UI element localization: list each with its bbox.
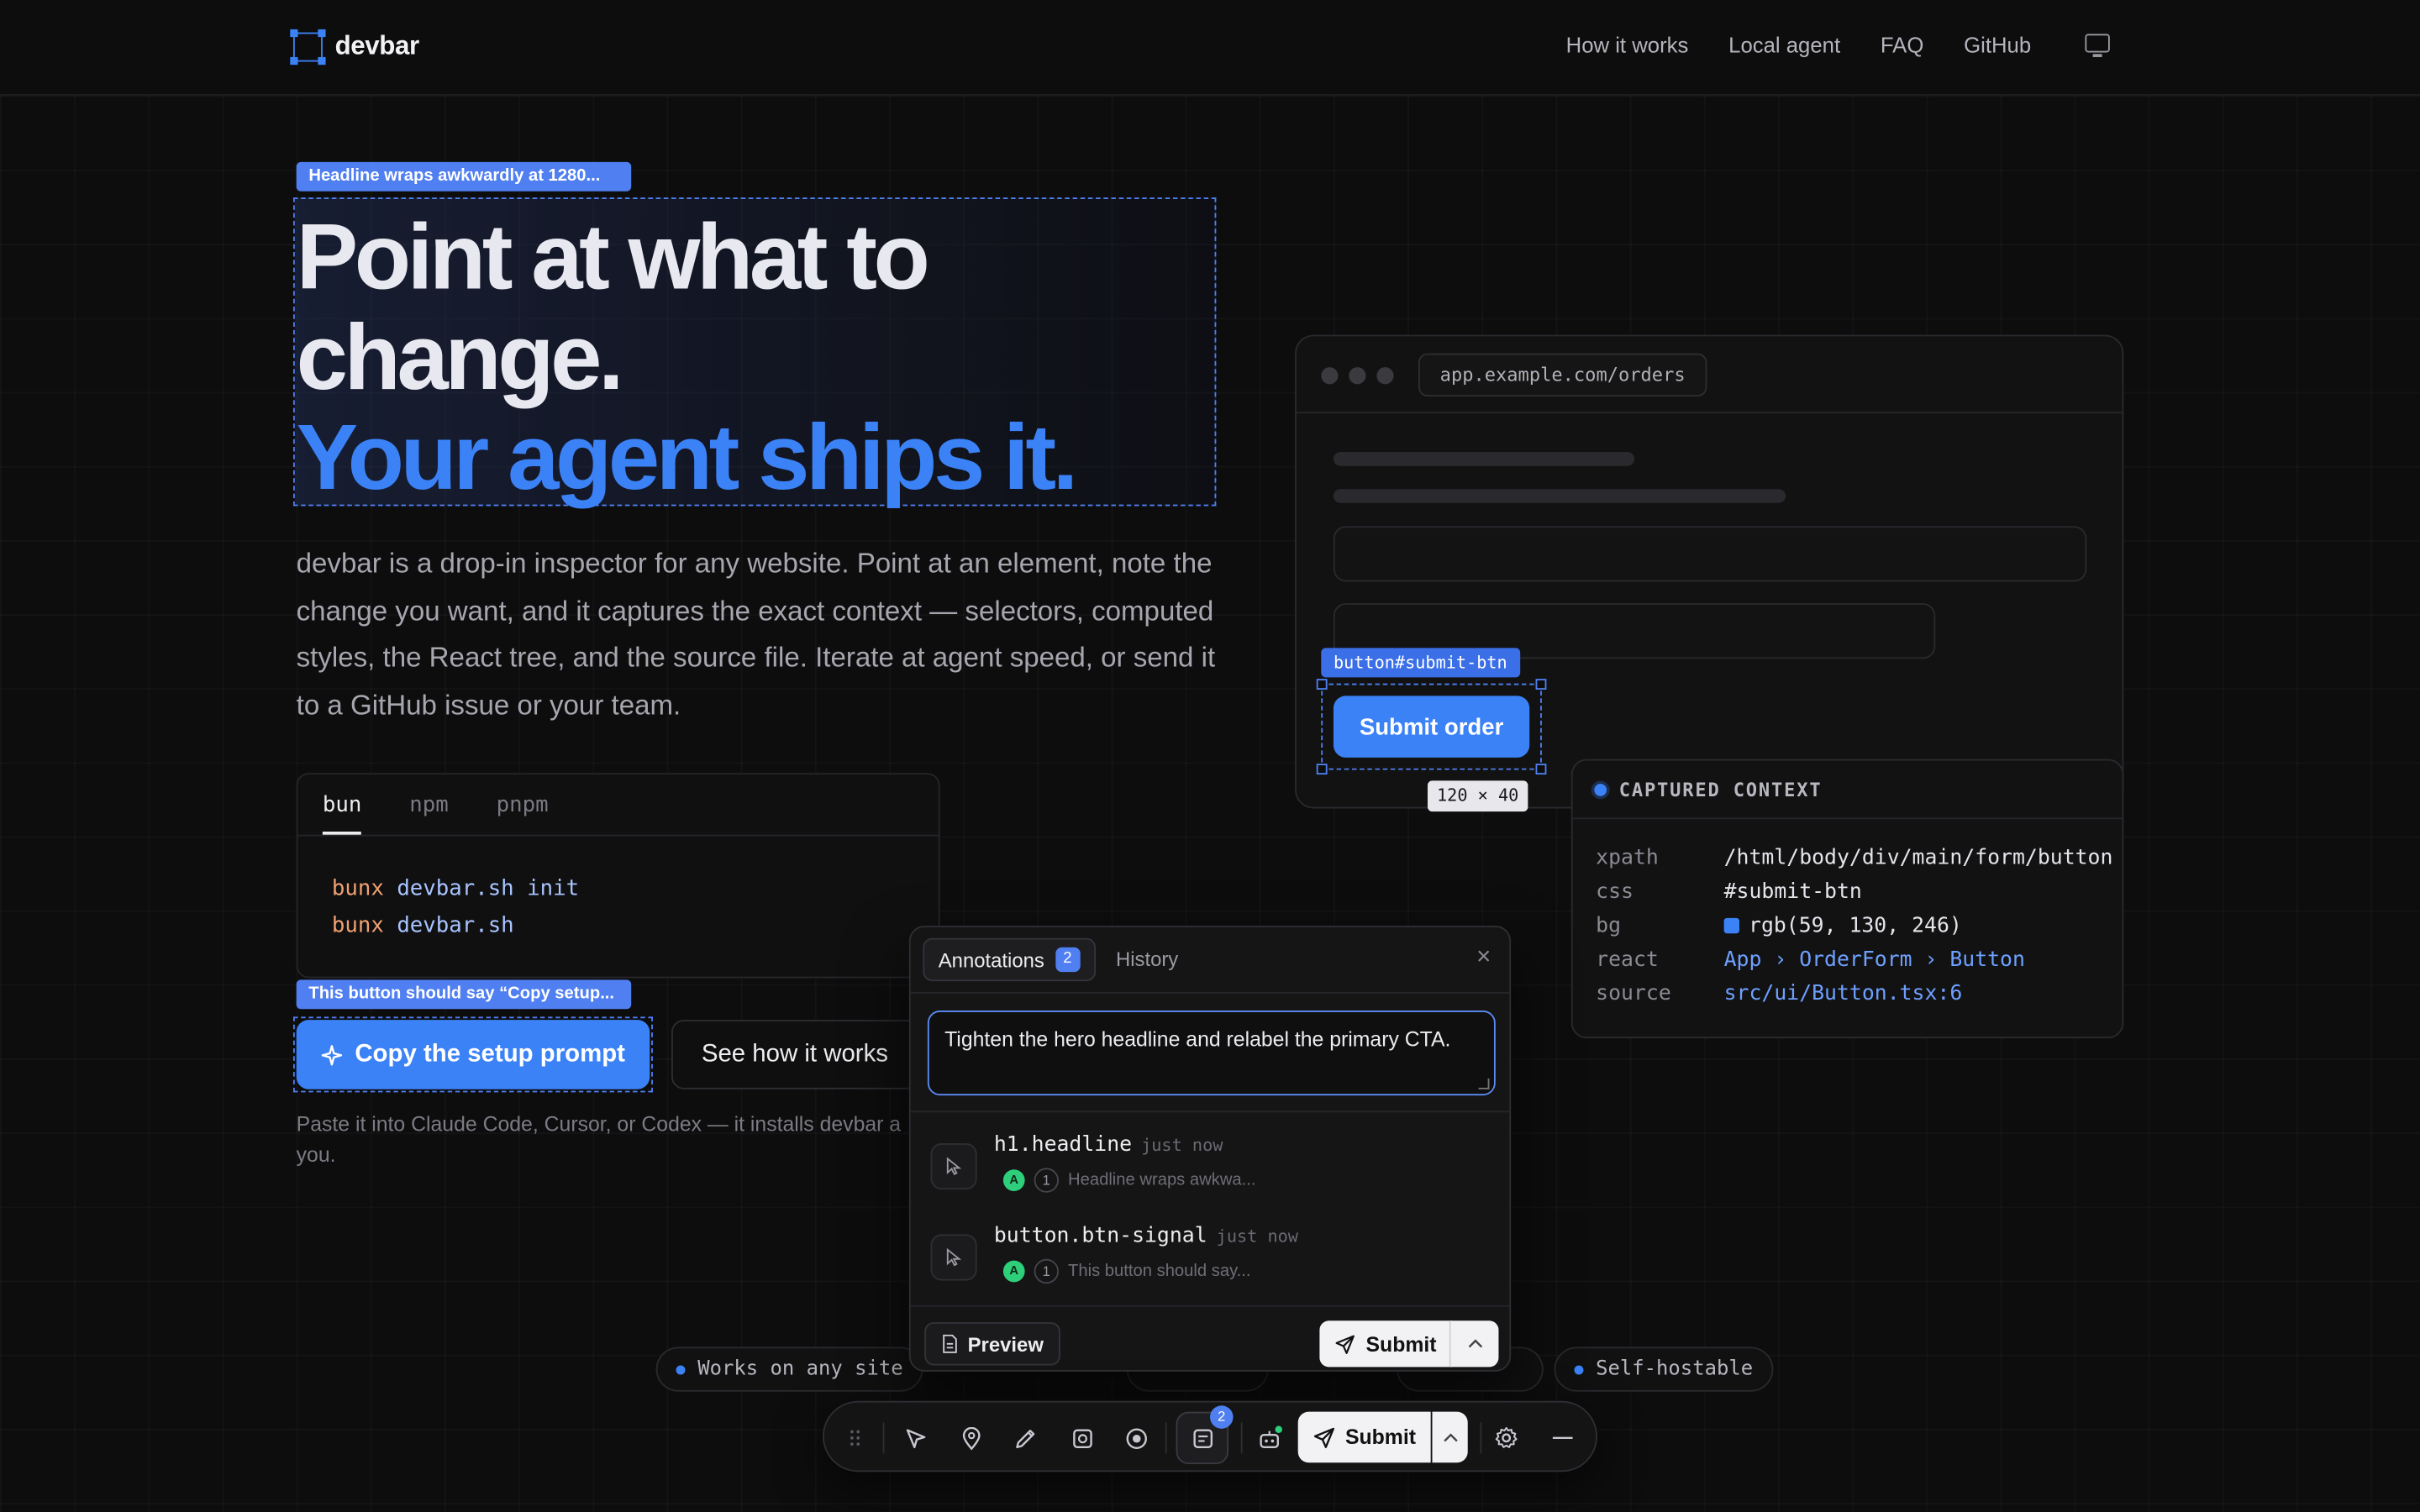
comment-count: 1 bbox=[1034, 1168, 1059, 1193]
minimize-icon[interactable] bbox=[1544, 1420, 1581, 1457]
headline-annotation-tag[interactable]: Headline wraps awkwardly at 1280... bbox=[296, 161, 632, 192]
record-icon[interactable] bbox=[1118, 1420, 1155, 1457]
tab-pnpm[interactable]: pnpm bbox=[497, 774, 549, 835]
context-row-bg: bg rgb(59, 130, 246) bbox=[1596, 913, 1962, 938]
panel-submit-button[interactable]: Submit bbox=[1319, 1320, 1452, 1368]
resize-handle[interactable] bbox=[1535, 764, 1547, 775]
skeleton-line bbox=[1333, 452, 1635, 466]
chevron-up-icon[interactable] bbox=[1432, 1411, 1468, 1463]
dimensions-badge: 120 × 40 bbox=[1427, 780, 1528, 812]
annotation-list-item[interactable]: h1.headline just now A 1 Headline wraps a… bbox=[930, 1132, 1486, 1213]
headline-line-3: Your agent ships it. bbox=[296, 406, 1079, 510]
window-dots bbox=[1321, 367, 1394, 385]
comment-count: 1 bbox=[1034, 1258, 1059, 1284]
avatar: A bbox=[1002, 1169, 1025, 1191]
captured-context-header: CAPTURED CONTEXT bbox=[1572, 761, 2123, 820]
install-snippet: bun npm pnpm bunx devbar.sh init bunx de… bbox=[296, 773, 940, 979]
command-line: bunx devbar.sh bbox=[331, 913, 514, 938]
context-row-xpath: xpath/html/body/div/main/form/button bbox=[1596, 845, 2113, 870]
submit-order-button[interactable]: Submit order bbox=[1333, 696, 1530, 758]
annotation-selector: h1.headline just now bbox=[993, 1132, 1223, 1158]
context-row-source: source src/ui/Button.tsx:6 bbox=[1596, 981, 1963, 1006]
annotations-list-icon[interactable]: 2 bbox=[1176, 1405, 1234, 1465]
see-how-it-works-button[interactable]: See how it works bbox=[671, 1020, 918, 1089]
drag-handle-icon[interactable] bbox=[837, 1420, 874, 1457]
hero-lead: devbar is a drop-in inspector for any we… bbox=[296, 548, 1216, 720]
tab-annotations[interactable]: Annotations 2 bbox=[923, 937, 1096, 982]
tab-bun[interactable]: bun bbox=[322, 774, 362, 835]
cta-annotation-tag[interactable]: This button should say “Copy setup... bbox=[296, 979, 632, 1010]
screenshot-icon[interactable] bbox=[1064, 1420, 1101, 1457]
annotation-note-input[interactable]: Tighten the hero headline and relabel th… bbox=[927, 1011, 1496, 1096]
nav-links: How it works Local agent FAQ GitHub bbox=[1566, 33, 2032, 57]
feature-pill: Self-hostable bbox=[1554, 1347, 1773, 1392]
select-cursor-icon[interactable] bbox=[897, 1420, 934, 1457]
status-dot bbox=[1594, 783, 1607, 795]
devbar-toolbar: 2 Submit bbox=[822, 1400, 1598, 1473]
feature-pill: Works on any site bbox=[655, 1347, 923, 1392]
cta-hint: Paste it into Claude Code, Cursor, or Co… bbox=[296, 1112, 902, 1167]
annotation-count-badge: 2 bbox=[1055, 947, 1081, 973]
chevron-up-icon[interactable] bbox=[1449, 1320, 1499, 1368]
monitor-icon[interactable] bbox=[2085, 34, 2110, 57]
mock-input-field bbox=[1333, 526, 2087, 582]
url-bar: app.example.com/orders bbox=[1418, 353, 1707, 397]
document-icon bbox=[943, 1334, 957, 1353]
panel-tabs: Annotations 2 History × bbox=[910, 927, 1510, 994]
headline-line-1: Point at what to bbox=[296, 205, 930, 309]
page: devbar How it works Local agent FAQ GitH… bbox=[0, 0, 2420, 1512]
nav-link-local-agent[interactable]: Local agent bbox=[1728, 33, 1840, 57]
command-line: bunx devbar.sh init bbox=[331, 876, 580, 901]
resize-handle[interactable] bbox=[1535, 679, 1547, 690]
pencil-icon[interactable] bbox=[1007, 1420, 1044, 1457]
selector-tag: button#submit-btn bbox=[1321, 648, 1520, 678]
color-swatch bbox=[1723, 917, 1739, 934]
preview-button[interactable]: Preview bbox=[924, 1322, 1061, 1366]
context-row-react: react App › OrderForm › Button bbox=[1596, 947, 2025, 973]
toolbar-submit-button[interactable]: Submit bbox=[1297, 1411, 1431, 1463]
annotation-meta: A 1 Headline wraps awkwa... bbox=[1002, 1168, 1255, 1193]
logo-icon bbox=[290, 28, 326, 65]
tab-npm[interactable]: npm bbox=[409, 774, 448, 835]
context-row-css: css #submit-btn bbox=[1596, 879, 1862, 905]
sparkle-icon bbox=[321, 1044, 342, 1065]
resize-handle[interactable] bbox=[1316, 764, 1328, 775]
avatar: A bbox=[1002, 1260, 1025, 1283]
cursor-icon bbox=[930, 1234, 977, 1281]
close-icon[interactable]: × bbox=[1476, 944, 1491, 972]
captured-context-card: CAPTURED CONTEXT xpath/html/body/div/mai… bbox=[1570, 759, 2124, 1039]
gear-icon[interactable] bbox=[1488, 1420, 1525, 1457]
mock-browser-bar: app.example.com/orders bbox=[1296, 336, 2123, 414]
context-rows: xpath/html/body/div/main/form/button css… bbox=[1573, 819, 2123, 1011]
annotation-meta: A 1 This button should say... bbox=[1002, 1258, 1251, 1284]
annotations-panel: Annotations 2 History × Tighten the hero… bbox=[908, 926, 1512, 1372]
install-commands: bunx devbar.sh init bunx devbar.sh bbox=[297, 837, 938, 945]
top-nav: devbar How it works Local agent FAQ GitH… bbox=[0, 0, 2420, 96]
headline-line-2: change. bbox=[296, 305, 624, 409]
copy-setup-prompt-button[interactable]: Copy the setup prompt bbox=[296, 1020, 650, 1089]
cursor-icon bbox=[930, 1143, 977, 1190]
tab-history[interactable]: History bbox=[1116, 948, 1178, 971]
pin-icon[interactable] bbox=[952, 1420, 989, 1457]
skeleton-line bbox=[1333, 489, 1786, 503]
nav-link-github[interactable]: GitHub bbox=[1964, 33, 2031, 57]
nav-link-faq[interactable]: FAQ bbox=[1881, 33, 1923, 57]
resize-grip-icon[interactable] bbox=[1478, 1078, 1490, 1089]
nav-link-how-it-works[interactable]: How it works bbox=[1566, 33, 1689, 57]
install-tabs: bun npm pnpm bbox=[297, 774, 939, 837]
brand-name: devbar bbox=[334, 30, 420, 60]
agent-bot-icon[interactable] bbox=[1250, 1420, 1287, 1457]
hero-headline: Point at what to change. Your agent ship… bbox=[296, 205, 1079, 510]
annotation-count-badge: 2 bbox=[1210, 1405, 1234, 1429]
resize-handle[interactable] bbox=[1316, 679, 1328, 690]
annotation-selector: button.btn-signal just now bbox=[993, 1223, 1298, 1248]
brand-logo[interactable]: devbar bbox=[290, 28, 420, 65]
annotation-list-item[interactable]: button.btn-signal just now A 1 This butto… bbox=[930, 1223, 1486, 1305]
panel-footer: Preview Submit bbox=[910, 1305, 1510, 1370]
send-icon bbox=[1335, 1334, 1355, 1353]
send-icon bbox=[1313, 1426, 1334, 1447]
